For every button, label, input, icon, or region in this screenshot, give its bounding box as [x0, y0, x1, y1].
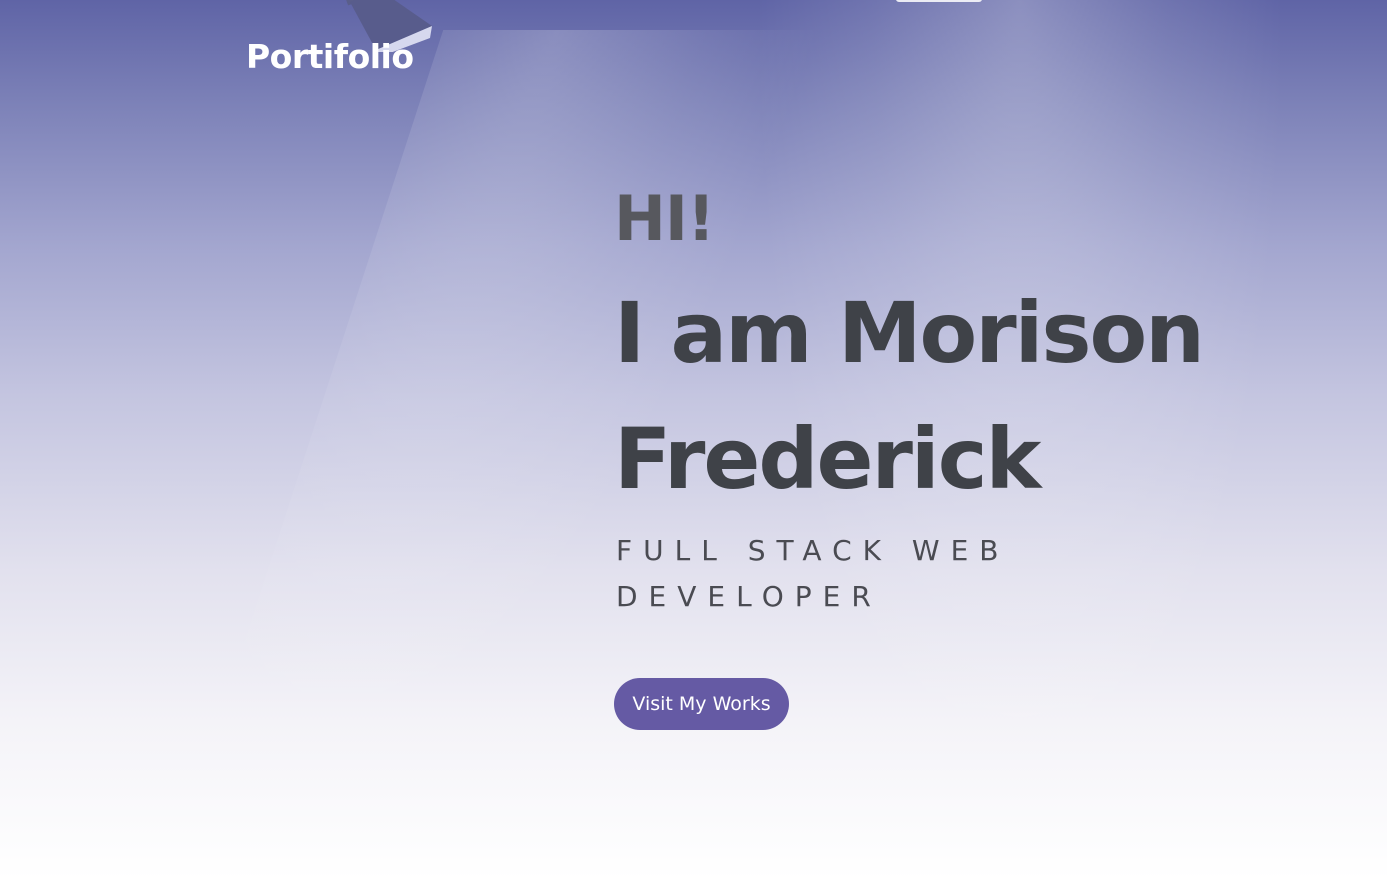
- hero-greeting: HI!: [614, 182, 715, 255]
- spotlight-lamp-icon: [896, 0, 982, 2]
- visit-my-works-button[interactable]: Visit My Works: [614, 678, 789, 730]
- hero-role: FULL STACK WEB DEVELOPER: [616, 534, 1010, 613]
- logo[interactable]: Portifolio: [246, 36, 414, 78]
- hero-content: HI! I am Morison Frederick FULL STACK WE…: [614, 180, 1294, 620]
- hero-name: I am Morison Frederick: [614, 284, 1205, 508]
